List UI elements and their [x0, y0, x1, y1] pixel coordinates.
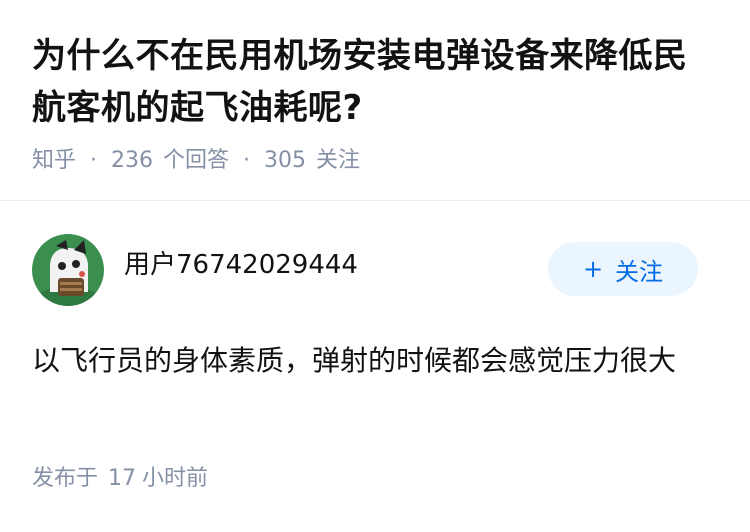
question-header: 为什么不在民用机场安装电弹设备来降低民航客机的起飞油耗呢? 知乎 · 236 个… — [0, 0, 750, 176]
follow-button[interactable]: + 关注 — [548, 242, 698, 296]
author-row: 用户76742029444 + 关注 — [0, 232, 750, 306]
publish-time-value: 17 — [108, 466, 137, 491]
answer-count-label: 个回答 — [163, 148, 230, 173]
publish-time: 发布于 17 小时前 — [32, 464, 208, 494]
publish-time-unit: 小时前 — [142, 466, 209, 491]
page: 为什么不在民用机场安装电弹设备来降低民航客机的起飞油耗呢? 知乎 · 236 个… — [0, 0, 750, 532]
answer-text[interactable]: 以飞行员的身体素质，弹射的时候都会感觉压力很大 — [32, 336, 712, 386]
follower-count: 305 — [264, 148, 307, 173]
avatar-image — [32, 234, 104, 306]
publish-prefix: 发布于 — [32, 466, 99, 491]
divider — [0, 200, 750, 201]
follow-button-label: 关注 — [615, 257, 664, 286]
follower-count-label: 关注 — [316, 148, 361, 173]
avatar[interactable] — [32, 234, 104, 306]
answer-count: 236 — [111, 148, 154, 173]
question-meta: 知乎 · 236 个回答 · 305 关注 — [32, 146, 718, 176]
plus-icon: + — [582, 255, 604, 283]
author-name[interactable]: 用户76742029444 — [124, 248, 358, 282]
meta-separator: · — [90, 148, 98, 173]
source-label[interactable]: 知乎 — [32, 146, 76, 176]
answer-card: 用户76742029444 + 关注 以飞行员的身体素质，弹射的时候都会感觉压力… — [0, 232, 750, 491]
meta-separator: · — [243, 148, 251, 173]
question-title[interactable]: 为什么不在民用机场安装电弹设备来降低民航客机的起飞油耗呢? — [32, 30, 718, 134]
